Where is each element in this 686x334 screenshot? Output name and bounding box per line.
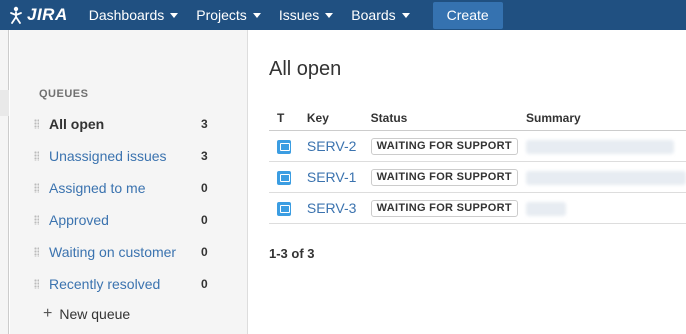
nav-dashboards-label: Dashboards	[88, 7, 165, 23]
queue-count: 3	[201, 117, 208, 131]
nav-boards[interactable]: Boards	[342, 0, 418, 30]
queues-sidebar: QUEUES All open 3 Unassigned issues 3 As…	[10, 30, 248, 334]
queue-label: All open	[49, 116, 105, 132]
pagination-summary: 1-3 of 3	[269, 246, 315, 261]
caret-down-icon	[252, 12, 261, 18]
queue-label: Assigned to me	[49, 180, 146, 196]
queue-waiting-on-customer[interactable]: Waiting on customer 0	[10, 236, 248, 268]
drag-handle-icon[interactable]	[34, 183, 39, 193]
summary-redacted[interactable]	[526, 139, 674, 154]
jira-logo-icon	[10, 6, 22, 24]
nav-issues[interactable]: Issues	[270, 0, 342, 30]
queue-all-open[interactable]: All open 3	[10, 108, 248, 140]
create-button[interactable]: Create	[432, 1, 503, 29]
table-row[interactable]: SERV-1 WAITING FOR SUPPORT	[269, 161, 686, 193]
queue-assigned-to-me[interactable]: Assigned to me 0	[10, 172, 248, 204]
caret-down-icon	[170, 12, 179, 18]
table-row[interactable]: SERV-3 WAITING FOR SUPPORT	[269, 192, 686, 224]
issue-table: T Key Status Summary SERV-2 WAITING FOR …	[269, 106, 686, 224]
queue-approved[interactable]: Approved 0	[10, 204, 248, 236]
project-sidebar-strip	[0, 30, 9, 334]
column-header-type[interactable]: T	[269, 106, 307, 131]
table-row[interactable]: SERV-2 WAITING FOR SUPPORT	[269, 130, 686, 162]
queue-label: Unassigned issues	[49, 148, 167, 164]
queue-count: 0	[201, 245, 208, 259]
issue-key-link[interactable]: SERV-1	[307, 169, 357, 185]
caret-down-icon	[325, 12, 334, 18]
drag-handle-icon[interactable]	[34, 247, 39, 257]
new-queue-label: New queue	[59, 306, 131, 322]
issue-key-link[interactable]: SERV-2	[307, 138, 357, 154]
queue-label: Waiting on customer	[49, 244, 177, 260]
strip-selected-marker	[0, 90, 9, 116]
queue-label: Approved	[49, 212, 109, 228]
nav-projects-label: Projects	[196, 7, 247, 23]
nav-dashboards[interactable]: Dashboards	[80, 0, 188, 30]
service-request-icon	[277, 139, 291, 154]
column-header-key[interactable]: Key	[306, 106, 371, 131]
queue-count: 0	[201, 277, 208, 291]
status-badge: WAITING FOR SUPPORT	[370, 169, 518, 186]
drag-handle-icon[interactable]	[34, 119, 39, 129]
queues-heading: QUEUES	[39, 88, 89, 100]
new-queue-button[interactable]: + New queue	[43, 305, 131, 323]
nav-boards-label: Boards	[351, 7, 396, 23]
nav-projects[interactable]: Projects	[187, 0, 270, 30]
status-badge: WAITING FOR SUPPORT	[370, 200, 518, 217]
plus-icon: +	[43, 305, 53, 322]
nav-issues-label: Issues	[278, 7, 320, 23]
drag-handle-icon[interactable]	[34, 279, 39, 289]
issue-key-link[interactable]: SERV-3	[307, 200, 357, 216]
queue-count: 3	[201, 149, 208, 163]
column-header-summary[interactable]: Summary	[526, 106, 686, 131]
jira-logo[interactable]: JIRA	[8, 0, 68, 30]
service-request-icon	[277, 201, 291, 216]
summary-redacted[interactable]	[526, 170, 686, 185]
queue-recently-resolved[interactable]: Recently resolved 0	[10, 268, 248, 300]
queue-count: 0	[201, 181, 208, 195]
logo-text: JIRA	[27, 5, 68, 24]
caret-down-icon	[401, 12, 410, 18]
queue-list: All open 3 Unassigned issues 3 Assigned …	[10, 108, 248, 300]
drag-handle-icon[interactable]	[34, 151, 39, 161]
drag-handle-icon[interactable]	[34, 215, 39, 225]
queue-unassigned-issues[interactable]: Unassigned issues 3	[10, 140, 248, 172]
summary-redacted[interactable]	[526, 201, 566, 216]
page-title: All open	[269, 58, 342, 80]
queue-label: Recently resolved	[49, 276, 161, 292]
main-content: All open T Key Status Summary SERV-2 WAI…	[249, 30, 686, 334]
table-header-row: T Key Status Summary	[269, 106, 686, 131]
service-request-icon	[277, 170, 291, 185]
top-navigation: JIRA Dashboards Projects Issues Boards C…	[0, 0, 686, 30]
queue-count: 0	[201, 213, 208, 227]
column-header-status[interactable]: Status	[370, 106, 526, 131]
status-badge: WAITING FOR SUPPORT	[370, 138, 518, 155]
